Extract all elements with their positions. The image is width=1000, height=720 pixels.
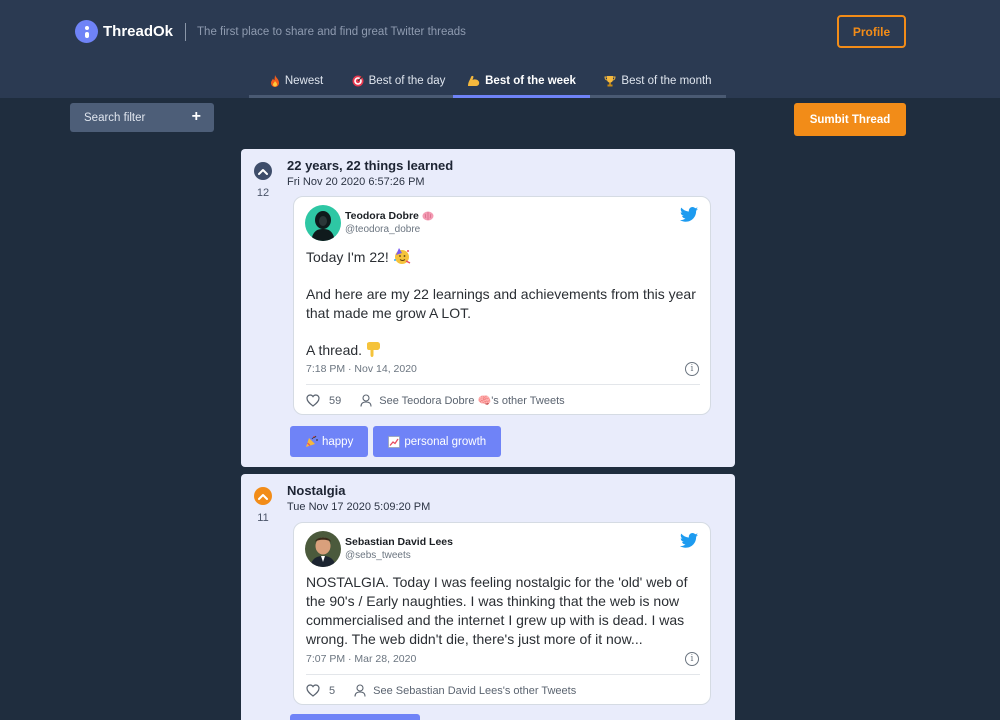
tab-best-of-the-day[interactable]: Best of the day	[344, 66, 453, 98]
search-filter-button[interactable]: Search filter +	[70, 103, 214, 132]
twitter-bird-icon[interactable]	[680, 533, 698, 548]
logo[interactable]: ThreadOk The first place to share and fi…	[75, 20, 466, 43]
thread-date: Tue Nov 17 2020 5:09:20 PM	[287, 501, 431, 513]
flexed-biceps-icon	[468, 75, 480, 86]
tag-happy[interactable]: happy	[290, 426, 369, 457]
party-face-icon	[393, 248, 411, 264]
thread-title[interactable]: Nostalgia	[287, 483, 346, 498]
vote-box: 11	[253, 487, 273, 524]
like-count: 5	[329, 684, 336, 697]
tweet-timestamp[interactable]: 7:18 PM · Nov 14, 2020	[306, 363, 417, 375]
tweet-divider	[306, 674, 700, 675]
tweet-line: A thread.	[306, 342, 363, 358]
heart-icon[interactable]	[306, 684, 320, 697]
tab-best-of-the-week[interactable]: Best of the week	[453, 66, 590, 98]
pointing-down-icon	[366, 342, 380, 357]
info-icon[interactable]: i	[685, 652, 699, 666]
period-tabs: Newest Best of the day Best of the week …	[249, 66, 726, 98]
other-tweets-link[interactable]: See Teodora Dobre 🧠's other Tweets	[379, 394, 564, 407]
target-icon	[352, 75, 364, 86]
fire-icon	[270, 74, 279, 87]
embedded-tweet[interactable]: Teodora Dobre @teodora_dobre Today I'm 2…	[293, 196, 711, 415]
tab-label: Best of the day	[368, 74, 446, 87]
tweet-timestamp[interactable]: 7:07 PM · Mar 28, 2020	[306, 653, 416, 665]
twitter-bird-icon[interactable]	[680, 207, 698, 222]
plus-icon: +	[191, 108, 201, 125]
thread-title[interactable]: 22 years, 22 things learned	[287, 158, 453, 173]
party-popper-icon	[306, 435, 318, 447]
avatar[interactable]	[305, 205, 341, 241]
tagline: The first place to share and find great …	[197, 25, 466, 38]
search-filter-label: Search filter	[84, 111, 146, 124]
other-tweets-link[interactable]: See Sebastian David Lees's other Tweets	[373, 685, 576, 697]
upvote-icon[interactable]	[254, 487, 272, 505]
like-count: 59	[329, 394, 342, 407]
vote-count: 11	[257, 512, 269, 524]
tag-label: happy	[322, 435, 354, 448]
thread-card: 11 Nostalgia Tue Nov 17 2020 5:09:20 PM …	[241, 474, 735, 720]
tab-best-of-the-month[interactable]: Best of the month	[590, 66, 726, 98]
tweet-author-name[interactable]: Sebastian David Lees	[345, 536, 453, 548]
vote-count: 12	[256, 187, 270, 199]
brain-emoji-icon	[422, 211, 434, 221]
tag-personal-growth[interactable]: personal growth	[373, 426, 502, 457]
person-icon	[354, 684, 366, 697]
vote-box: 12	[253, 162, 273, 199]
tweet-footer: 59 See Teodora Dobre 🧠's other Tweets	[306, 394, 565, 407]
embedded-tweet[interactable]: Sebastian David Lees @sebs_tweets NOSTAL…	[293, 522, 711, 705]
tweet-line: And here are my 22 learnings and achieve…	[306, 286, 696, 321]
submit-thread-button[interactable]: Sumbit Thread	[794, 103, 906, 136]
heart-icon[interactable]	[306, 394, 320, 407]
chart-increasing-icon	[388, 435, 401, 448]
app-name: ThreadOk	[103, 23, 174, 40]
tweet-author-handle[interactable]: @sebs_tweets	[345, 550, 411, 561]
profile-button[interactable]: Profile	[837, 15, 906, 48]
tweet-author-handle[interactable]: @teodora_dobre	[345, 224, 420, 235]
tweet-text: Today I'm 22! And here are my 22 learnin…	[306, 247, 701, 360]
tweet-author-name[interactable]: Teodora Dobre	[345, 210, 434, 222]
tab-newest[interactable]: Newest	[249, 66, 344, 98]
info-icon[interactable]: i	[685, 362, 699, 376]
person-icon	[360, 394, 372, 407]
logo-divider	[185, 22, 187, 41]
header-bar: ThreadOk The first place to share and fi…	[0, 0, 1000, 98]
tab-label: Best of the week	[485, 74, 576, 87]
tag-partial[interactable]	[290, 714, 420, 720]
thread-date: Fri Nov 20 2020 6:57:26 PM	[287, 176, 425, 188]
tag-label: personal growth	[404, 435, 487, 448]
tab-label: Best of the month	[621, 74, 712, 87]
tweet-divider	[306, 384, 700, 385]
tweet-text: NOSTALGIA. Today I was feeling nostalgic…	[306, 574, 688, 647]
trophy-icon	[604, 75, 616, 86]
tag-list: happy personal growth	[290, 426, 502, 457]
tweet-footer: 5 See Sebastian David Lees's other Tweet…	[306, 684, 576, 697]
tab-label: Newest	[284, 74, 324, 87]
thread-card: 12 22 years, 22 things learned Fri Nov 2…	[241, 149, 735, 467]
author-name-text: Teodora Dobre	[345, 210, 419, 222]
upvote-icon[interactable]	[254, 162, 272, 180]
tweet-line: Today I'm 22!	[306, 249, 389, 265]
avatar[interactable]	[305, 531, 341, 567]
logo-icon	[75, 20, 98, 43]
